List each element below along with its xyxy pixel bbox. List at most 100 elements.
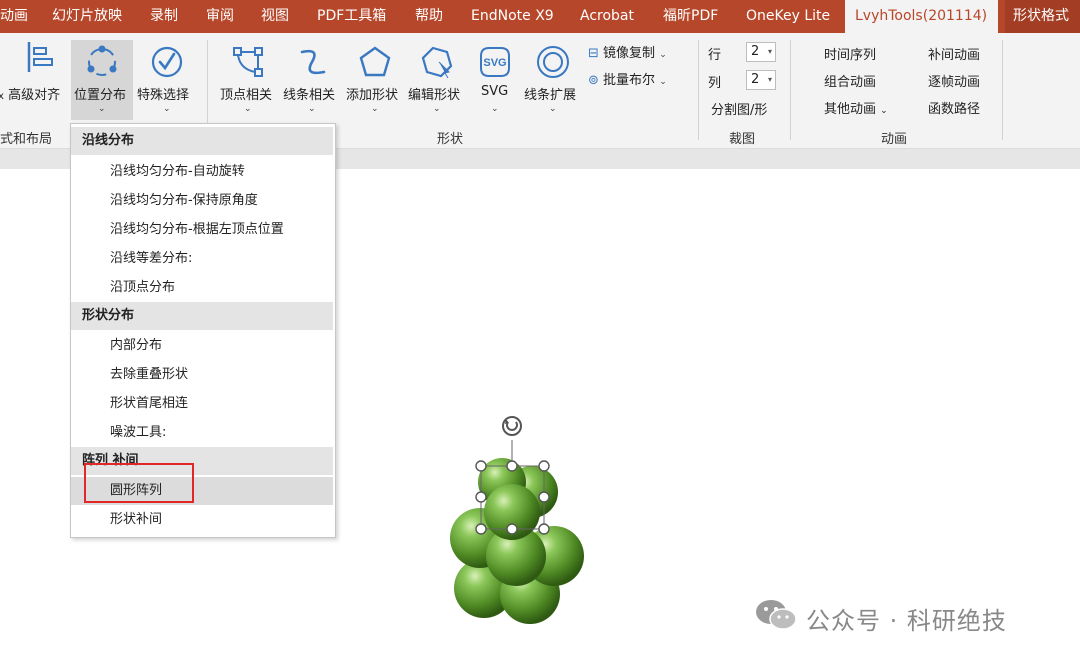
concentric-circle-icon: [537, 46, 569, 78]
mirror-copy-label: 镜像复制: [603, 46, 656, 61]
split-image-button[interactable]: 分割图/形: [711, 99, 767, 118]
tab-acrobat[interactable]: Acrobat: [580, 0, 634, 33]
add-shape-label: 添加形状: [346, 88, 399, 103]
watermark: 公众号 · 科研绝技: [754, 597, 1006, 635]
chevron-down-icon: ⌄: [244, 104, 252, 114]
menu-item-vertex-distribute[interactable]: 沿顶点分布: [71, 274, 333, 302]
tab-slideshow[interactable]: 幻灯片放映: [52, 0, 122, 33]
vertex-label: 顶点相关: [220, 88, 273, 103]
position-distribute-label: 位置分布: [74, 88, 127, 103]
menu-item-inner-distribute[interactable]: 内部分布: [71, 332, 333, 360]
menu-item-connect-shapes[interactable]: 形状首尾相连: [71, 390, 333, 418]
svg-label: SVG: [481, 84, 509, 99]
edit-shape-icon: [421, 46, 453, 79]
special-select-label: 特殊选择: [137, 88, 190, 103]
chevron-down-icon: ▾: [767, 47, 772, 56]
menu-item-shape-tween[interactable]: 形状补间: [71, 506, 333, 534]
pentagon-icon: [359, 46, 391, 77]
menu-item-even-auto-rotate[interactable]: 沿线均匀分布-自动旋转: [71, 158, 333, 186]
chevron-down-icon: ⌄: [98, 104, 106, 114]
vertex-button[interactable]: 顶点相关 ⌄: [215, 40, 281, 120]
other-anim-label: 其他动画: [824, 102, 877, 117]
group-label-shape: 形状: [437, 132, 464, 147]
add-shape-button[interactable]: 添加形状 ⌄: [344, 40, 406, 120]
tab-onekey-lite[interactable]: OneKey Lite: [746, 0, 830, 33]
special-select-button[interactable]: 特殊选择 ⌄: [136, 40, 198, 120]
tab-lvyhtools[interactable]: LvyhTools(201114): [845, 0, 998, 33]
line-label: 线条相关: [283, 88, 336, 103]
tab-record[interactable]: 录制: [150, 0, 178, 33]
chevron-down-icon: ⌄: [549, 104, 557, 114]
chevron-down-icon: ⌄: [659, 50, 667, 60]
group-separator: [698, 40, 699, 140]
chevron-down-icon: ⌄: [433, 104, 441, 114]
group-label-layout: 式和布局: [0, 132, 53, 147]
row-value: 2: [751, 44, 760, 59]
mirror-copy-button[interactable]: ⊟ 镜像复制 ⌄: [588, 42, 688, 62]
menu-item-arithmetic-distribute[interactable]: 沿线等差分布:: [71, 245, 333, 273]
row-spinner[interactable]: 2 ▾: [746, 42, 776, 62]
menu-tab-bar: 动画 幻灯片放映 录制 审阅 视图 PDF工具箱 帮助 EndNote X9 A…: [0, 0, 1080, 33]
tab-view[interactable]: 视图: [261, 0, 289, 33]
column-value: 2: [751, 72, 760, 87]
menu-section-header: 形状分布: [71, 302, 333, 330]
menu-section-header: 沿线分布: [71, 127, 333, 155]
advanced-align-button[interactable]: ⅹ 高级对齐: [0, 40, 70, 120]
chevron-down-icon: ⌄: [491, 104, 499, 114]
curve-line-icon: [300, 49, 326, 75]
group-label-anim: 动画: [881, 132, 908, 147]
menu-item-remove-overlap[interactable]: 去除重叠形状: [71, 361, 333, 389]
tab-foxit-pdf[interactable]: 福昕PDF: [663, 0, 718, 33]
menu-item-even-left-vertex[interactable]: 沿线均匀分布-根据左顶点位置: [71, 216, 333, 244]
tween-anim-button[interactable]: 补间动画: [928, 44, 980, 63]
chevron-down-icon: ⌄: [880, 106, 888, 116]
group-separator: [1002, 40, 1003, 140]
check-circle-icon: [151, 46, 183, 78]
chevron-down-icon: ⌄: [163, 104, 171, 114]
time-series-button[interactable]: 时间序列: [824, 44, 876, 63]
chevron-down-icon: ▾: [767, 75, 772, 84]
chevron-down-icon: ⌄: [308, 104, 316, 114]
highlight-annotation-box: [84, 463, 194, 503]
position-distribute-button[interactable]: 位置分布 ⌄: [71, 40, 133, 120]
svg-icon: SVG: [480, 47, 510, 77]
rotate-handle-icon[interactable]: [502, 416, 522, 436]
vertex-icon: [233, 47, 263, 77]
edit-shape-button[interactable]: 编辑形状 ⌄: [406, 40, 468, 120]
menu-item-even-keep-angle[interactable]: 沿线均匀分布-保持原角度: [71, 187, 333, 215]
column-spinner[interactable]: 2 ▾: [746, 70, 776, 90]
chevron-down-icon: ⌄: [371, 104, 379, 114]
group-separator: [790, 40, 791, 140]
watermark-text: 公众号 · 科研绝技: [806, 607, 1007, 635]
mirror-icon: ⊟: [588, 46, 599, 61]
svg-button[interactable]: SVG SVG ⌄: [470, 40, 520, 120]
tab-shape-format[interactable]: 形状格式: [1005, 0, 1080, 33]
line-button[interactable]: 线条相关 ⌄: [281, 40, 343, 120]
frame-anim-button[interactable]: 逐帧动画: [928, 71, 980, 90]
advanced-align-label: 高级对齐: [8, 88, 61, 103]
line-extend-button[interactable]: 线条扩展 ⌄: [522, 40, 584, 120]
edit-shape-label: 编辑形状: [408, 88, 461, 103]
batch-boolean-button[interactable]: ⊚ 批量布尔 ⌄: [588, 69, 688, 89]
tab-help[interactable]: 帮助: [415, 0, 443, 33]
function-path-button[interactable]: 函数路径: [928, 98, 980, 117]
other-anim-button[interactable]: 其他动画 ⌄: [824, 98, 888, 117]
batch-boolean-label: 批量布尔: [603, 73, 656, 88]
menu-item-noise-tool[interactable]: 噪波工具:: [71, 419, 333, 447]
group-label-crop: 裁图: [729, 132, 756, 147]
align-icon: [27, 42, 53, 72]
boolean-icon: ⊚: [588, 73, 599, 88]
column-label: 列: [708, 76, 722, 91]
sphere-cluster-shape[interactable]: [440, 410, 600, 630]
tab-endnote[interactable]: EndNote X9: [471, 0, 554, 33]
line-extend-label: 线条扩展: [524, 88, 577, 103]
tab-pdf-toolbox[interactable]: PDF工具箱: [317, 0, 386, 33]
row-label: 行: [708, 48, 722, 63]
tab-animation[interactable]: 动画: [0, 0, 28, 33]
distribute-circle-icon: [87, 45, 117, 76]
wechat-icon: [756, 600, 797, 630]
tab-review[interactable]: 审阅: [206, 0, 234, 33]
combo-anim-button[interactable]: 组合动画: [824, 71, 876, 90]
star-icon: ⅹ: [0, 91, 4, 102]
chevron-down-icon: ⌄: [659, 77, 667, 87]
